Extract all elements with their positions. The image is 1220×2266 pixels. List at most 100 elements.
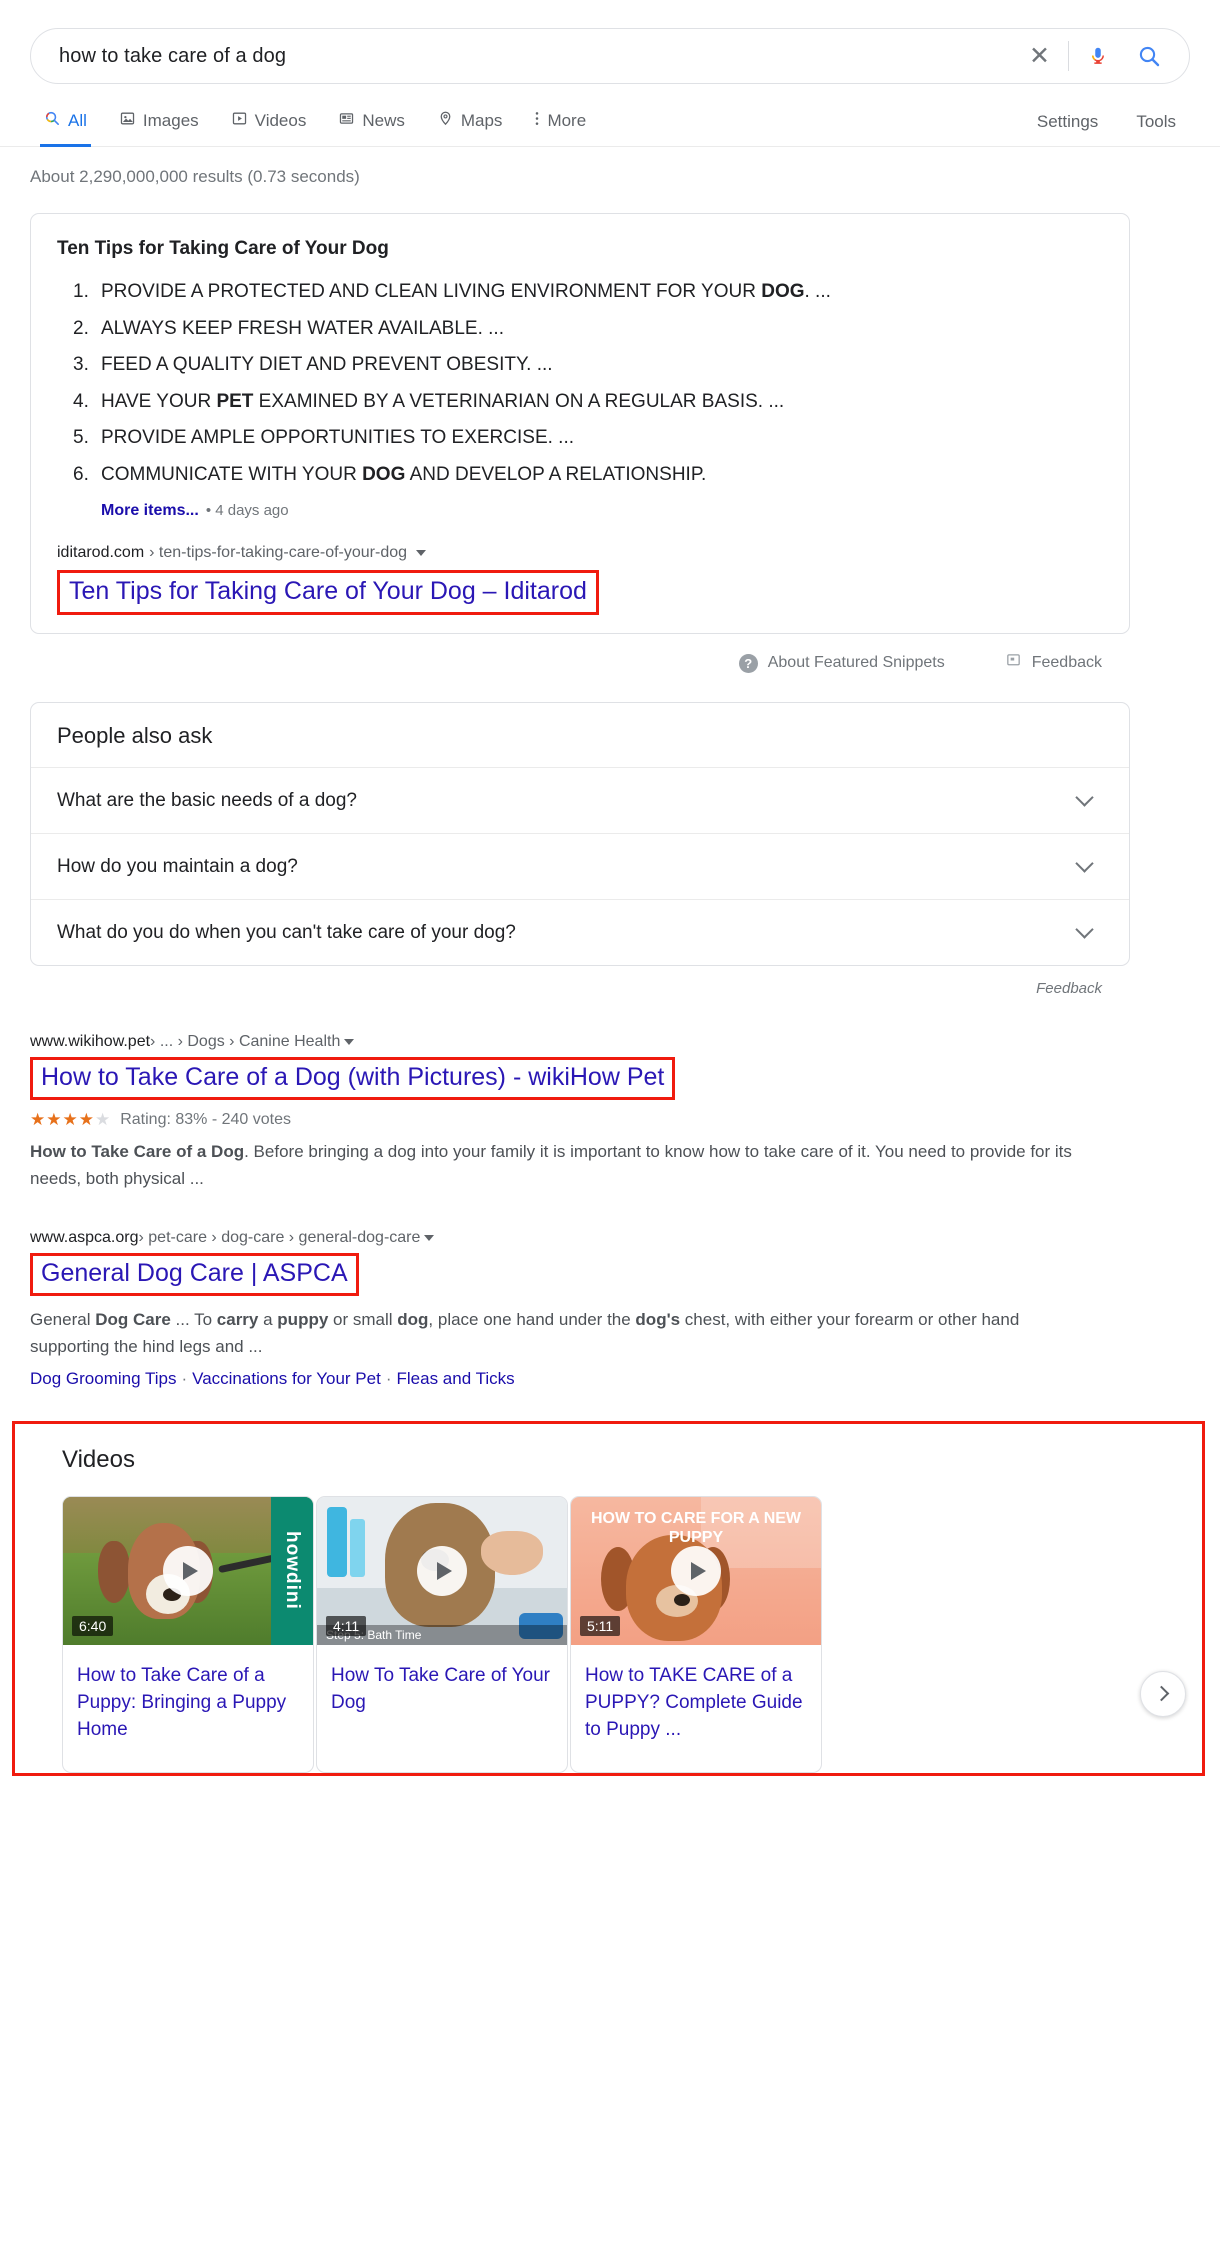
tab-all[interactable]: All	[30, 110, 101, 147]
featured-snippet-more-row: More items... • 4 days ago	[57, 502, 1103, 520]
tab-news[interactable]: News	[324, 110, 419, 146]
play-icon[interactable]	[163, 1545, 213, 1596]
play-triangle	[436, 1561, 452, 1580]
sitelink-3[interactable]: Fleas and Ticks	[397, 1369, 515, 1388]
video-title-link[interactable]: How To Take Care of Your Dog	[317, 1645, 567, 1745]
sitelink-2[interactable]: Vaccinations for Your Pet	[192, 1369, 381, 1388]
question-text: What are the basic needs of a dog?	[57, 789, 357, 811]
clear-search-icon[interactable]: ✕	[1015, 43, 1064, 69]
chevron-down-icon[interactable]	[1075, 854, 1094, 873]
organic-results-list: www.wikihow.pet › ... › Dogs › Canine He…	[30, 1033, 1190, 1389]
snippet-text: , place one hand under the	[428, 1309, 636, 1329]
result-url[interactable]: www.aspca.org › pet-care › dog-care › ge…	[30, 1229, 1130, 1247]
video-title-link[interactable]: How to TAKE CARE of a PUPPY? Complete Gu…	[571, 1645, 821, 1772]
video-title-link[interactable]: How to Take Care of a Puppy: Bringing a …	[63, 1645, 313, 1772]
featured-snippet-list-item: FEED A QUALITY DIET AND PREVENT OBESITY.…	[57, 351, 1103, 379]
search-input[interactable]	[59, 44, 1016, 68]
snippet-feedback-label: Feedback	[1031, 654, 1102, 672]
tab-maps-label: Maps	[460, 111, 503, 130]
chevron-down-icon[interactable]	[1075, 920, 1094, 939]
snippet-bold-term: DOG	[761, 281, 805, 302]
featured-snippet-list: PROVIDE A PROTECTED AND CLEAN LIVING ENV…	[57, 278, 1103, 488]
play-icon[interactable]	[417, 1545, 467, 1596]
search-result-2: www.aspca.org › pet-care › dog-care › ge…	[30, 1229, 1130, 1389]
featured-snippet-footer: ? About Featured Snippets Feedback	[30, 652, 1130, 674]
tab-videos[interactable]: Videos	[217, 110, 321, 146]
about-featured-snippets-label: About Featured Snippets	[767, 654, 945, 672]
search-submit-icon[interactable]	[1123, 44, 1167, 68]
result-sitelinks: Dog Grooming Tips · Vaccinations for Your …	[30, 1369, 1130, 1389]
chevron-down-icon[interactable]	[1075, 788, 1094, 807]
people-also-ask-title: People also ask	[57, 723, 213, 749]
video-icon	[231, 110, 248, 132]
sitelink-1[interactable]: Dog Grooming Tips	[30, 1369, 176, 1388]
carousel-next-button[interactable]	[1140, 1670, 1186, 1717]
chevron-down-icon[interactable]	[424, 1234, 435, 1241]
question-text: What do you do when you can't take care …	[57, 921, 516, 943]
nav-tabs-right: Settings Tools	[1023, 112, 1190, 146]
featured-snippet-source: iditarod.com › ten-tips-for-taking-care-…	[57, 544, 1103, 616]
featured-snippet-body: Ten Tips for Taking Care of Your Dog PRO…	[31, 214, 1129, 633]
result-url[interactable]: www.wikihow.pet › ... › Dogs › Canine He…	[30, 1033, 1130, 1051]
featured-snippet-timestamp: • 4 days ago	[205, 502, 289, 520]
snippet-bold-term: PET	[216, 390, 254, 412]
people-also-ask-question-3[interactable]: What do you do when you can't take care …	[31, 899, 1129, 965]
play-icon[interactable]	[671, 1545, 721, 1596]
result-title-link[interactable]: General Dog Care | ASPCA	[41, 1259, 348, 1287]
search-box[interactable]: ✕	[30, 28, 1190, 84]
chevron-down-icon[interactable]	[344, 1039, 355, 1046]
tab-maps[interactable]: Maps	[423, 110, 517, 146]
image-icon	[119, 110, 136, 132]
search-bar-container: ✕	[0, 0, 1220, 84]
featured-snippet-title-link[interactable]: Ten Tips for Taking Care of Your Dog – I…	[69, 577, 587, 605]
result-snippet: General Dog Care ... To carry a puppy or…	[30, 1306, 1090, 1361]
video-thumbnail[interactable]: howdini 6:40	[63, 1496, 313, 1645]
featured-snippet-url[interactable]: iditarod.com › ten-tips-for-taking-care-…	[57, 544, 1103, 562]
sitelink-separator: ·	[181, 1368, 188, 1388]
microphone-icon[interactable]	[1073, 43, 1123, 69]
videos-section-title: Videos	[62, 1445, 135, 1473]
snippet-text: General	[30, 1309, 96, 1329]
snippet-bold-term: DOG	[362, 463, 406, 485]
featured-snippet-list-item: PROVIDE A PROTECTED AND CLEAN LIVING ENV…	[57, 278, 1103, 306]
result-path: › pet-care › dog-care › general-dog-care	[138, 1228, 421, 1246]
featured-snippet-list-item: PROVIDE AMPLE OPPORTUNITIES TO EXERCISE.…	[57, 424, 1103, 452]
question-text: How do you maintain a dog?	[57, 855, 298, 877]
result-title-link[interactable]: How to Take Care of a Dog (with Pictures…	[41, 1063, 664, 1091]
video-card-3[interactable]: HOW TO CARE FOR A NEW PUPPY 5:11 How to TA…	[570, 1495, 822, 1773]
featured-snippet-path: › ten-tips-for-taking-care-of-your-dog	[149, 544, 408, 562]
video-overlay-text: HOW TO CARE FOR A NEW PUPPY	[590, 1509, 802, 1546]
video-card-1[interactable]: howdini 6:40 How to Take Care of a Puppy: …	[62, 1495, 314, 1773]
tab-more[interactable]: More	[520, 110, 600, 146]
result-rating: ★★★★★ Rating: 83% - 240 votes	[30, 1110, 1130, 1130]
featured-snippet-list-item: HAVE YOUR PET EXAMINED BY A VETERINARIAN…	[57, 388, 1103, 416]
snippet-feedback-link[interactable]: Feedback	[1005, 652, 1102, 674]
more-items-link[interactable]: More items...	[101, 502, 199, 520]
snippet-text: or small	[328, 1309, 398, 1329]
people-also-ask-question-1[interactable]: What are the basic needs of a dog?	[31, 767, 1129, 833]
snippet-bold-term: dog's	[635, 1309, 681, 1329]
chevron-down-icon[interactable]	[416, 550, 427, 557]
snippet-bold-term: Dog Care	[95, 1309, 171, 1329]
people-also-ask-feedback[interactable]: Feedback	[30, 980, 1130, 997]
tools-button[interactable]: Tools	[1122, 112, 1190, 132]
about-featured-snippets-link[interactable]: ? About Featured Snippets	[738, 653, 945, 673]
result-title-highlight: How to Take Care of a Dog (with Pictures…	[30, 1057, 676, 1100]
featured-snippet-domain: iditarod.com	[57, 544, 145, 562]
settings-button[interactable]: Settings	[1023, 112, 1112, 132]
google-search-results-page: ✕	[0, 0, 1220, 1776]
video-card-2[interactable]: Step 5: Bath Time 4:11 How To Take Care of…	[316, 1495, 568, 1773]
snippet-text: PROVIDE AMPLE OPPORTUNITIES TO EXERCISE.…	[101, 427, 575, 449]
snippet-text: COMMUNICATE WITH YOUR	[101, 463, 363, 485]
sitelink-separator: ·	[385, 1368, 392, 1388]
tab-videos-label: Videos	[254, 111, 307, 130]
tab-images-label: Images	[142, 111, 199, 130]
tab-images[interactable]: Images	[105, 110, 213, 146]
people-also-ask-rows: What are the basic needs of a dog? How do…	[31, 767, 1129, 965]
google-search-icon	[44, 110, 61, 132]
video-thumbnail[interactable]: Step 5: Bath Time 4:11	[317, 1496, 567, 1645]
video-duration-badge: 4:11	[326, 1615, 367, 1636]
people-also-ask-question-2[interactable]: How do you maintain a dog?	[31, 833, 1129, 899]
video-thumbnail[interactable]: HOW TO CARE FOR A NEW PUPPY 5:11	[571, 1496, 821, 1645]
featured-snippet-card: Ten Tips for Taking Care of Your Dog PRO…	[30, 213, 1130, 635]
